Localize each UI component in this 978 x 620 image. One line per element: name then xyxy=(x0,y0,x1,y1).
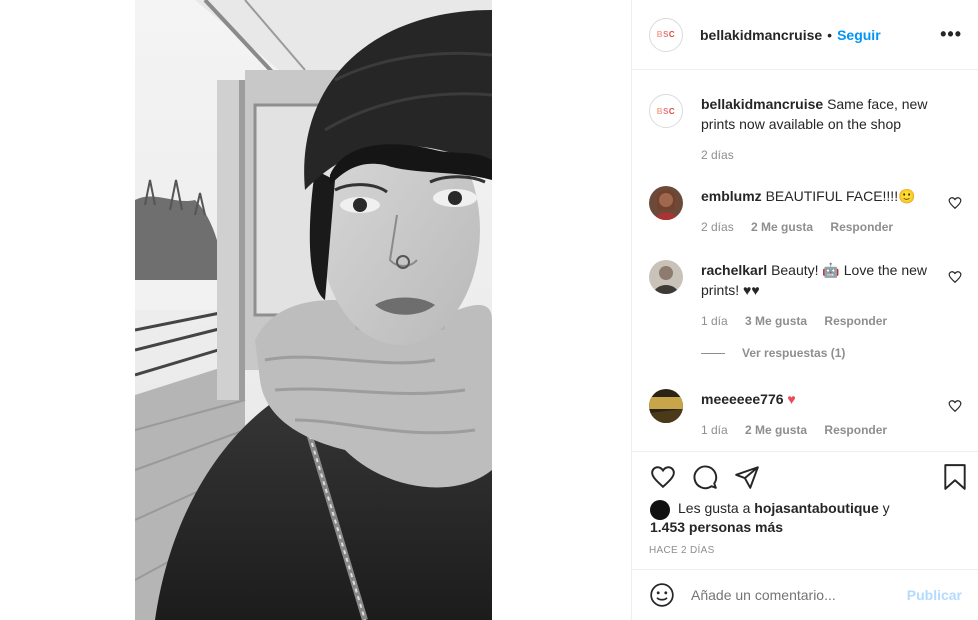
caption-author-avatar[interactable]: BSC xyxy=(649,94,683,128)
commenter-avatar[interactable] xyxy=(649,260,683,294)
avatar-logo-letter-c: C xyxy=(668,30,676,39)
comment-time[interactable]: 2 días xyxy=(701,220,734,234)
reply-button[interactable]: Responder xyxy=(824,314,887,328)
action-icon-row xyxy=(648,462,970,492)
post-details-panel: BSC bellakidmancruise • Seguir ••• BSC b… xyxy=(631,0,978,620)
author-avatar[interactable]: BSC xyxy=(649,17,683,52)
comment-icon[interactable] xyxy=(690,462,720,492)
like-comment-heart-icon[interactable] xyxy=(948,270,962,284)
view-replies-label: Ver respuestas (1) xyxy=(742,346,846,360)
comment-text: ♥ xyxy=(787,391,796,407)
comment-text-block: emblumz BEAUTIFUL FACE!!!!🙂 xyxy=(701,186,938,206)
comment-likes-count[interactable]: 2 Me gusta xyxy=(745,423,807,437)
photo-pane xyxy=(0,0,631,620)
view-replies-button[interactable]: Ver respuestas (1) xyxy=(701,346,845,360)
instagram-post-modal: BSC bellakidmancruise • Seguir ••• BSC b… xyxy=(0,0,978,620)
comment-meta: 2 días 2 Me gusta Responder xyxy=(701,220,907,234)
likes-prefix: Les gusta a xyxy=(678,500,751,516)
comment-time[interactable]: 1 día xyxy=(701,423,728,437)
caption-time[interactable]: 2 días xyxy=(701,148,734,162)
liker-username[interactable]: hojasantaboutique xyxy=(754,500,878,516)
comment-time[interactable]: 1 día xyxy=(701,314,728,328)
likes-summary: Les gusta a hojasantaboutique y 1.453 pe… xyxy=(650,499,962,537)
share-icon[interactable] xyxy=(732,462,762,492)
comment-composer: Publicar xyxy=(632,569,978,620)
heart-icon[interactable] xyxy=(648,462,678,492)
caption-text-block: bellakidmancruise Same face, new prints … xyxy=(701,94,962,134)
likes-text: Les gusta a hojasantaboutique y xyxy=(650,499,962,518)
likes-joiner: y xyxy=(882,500,890,516)
separator-dot: • xyxy=(827,26,833,43)
like-comment-heart-icon[interactable] xyxy=(948,196,962,210)
post-photo[interactable] xyxy=(135,0,492,620)
reply-button[interactable]: Responder xyxy=(830,220,893,234)
avatar-logo-letter-c: C xyxy=(668,106,676,116)
emoji-icon[interactable] xyxy=(648,581,676,609)
reply-button[interactable]: Responder xyxy=(824,423,887,437)
post-timestamp[interactable]: HACE 2 DÍAS xyxy=(649,545,715,556)
comment-text-block: meeeeee776 ♥ xyxy=(701,389,938,409)
comment-input[interactable] xyxy=(691,587,907,603)
commenter-avatar[interactable] xyxy=(649,389,683,423)
liker-avatar[interactable] xyxy=(650,500,670,520)
comment-username[interactable]: meeeeee776 xyxy=(701,391,784,407)
comment-username[interactable]: rachelkarl xyxy=(701,262,767,278)
comment-likes-count[interactable]: 3 Me gusta xyxy=(745,314,807,328)
publish-button[interactable]: Publicar xyxy=(907,587,962,603)
bookmark-icon[interactable] xyxy=(940,462,970,492)
comments-list[interactable]: BSC bellakidmancruise Same face, new pri… xyxy=(632,70,978,451)
caption-username[interactable]: bellakidmancruise xyxy=(701,96,823,112)
comment-text-block: rachelkarl Beauty! 🤖 Love the new prints… xyxy=(701,260,938,300)
comment-likes-count[interactable]: 2 Me gusta xyxy=(751,220,813,234)
comment-meta: 1 día 2 Me gusta Responder xyxy=(701,423,901,437)
post-actions-section: Les gusta a hojasantaboutique y 1.453 pe… xyxy=(632,451,978,569)
author-username[interactable]: bellakidmancruise xyxy=(700,27,822,43)
post-header: BSC bellakidmancruise • Seguir ••• xyxy=(632,0,978,70)
replies-divider-line xyxy=(701,352,725,354)
caption-meta: 2 días xyxy=(701,148,748,162)
follow-button[interactable]: Seguir xyxy=(837,27,881,43)
likes-others-count[interactable]: 1.453 personas más xyxy=(650,519,783,535)
more-options-icon[interactable]: ••• xyxy=(940,24,962,45)
comment-text: BEAUTIFUL FACE!!!!🙂 xyxy=(765,188,916,204)
commenter-avatar[interactable] xyxy=(649,186,683,220)
like-comment-heart-icon[interactable] xyxy=(948,399,962,413)
comment-username[interactable]: emblumz xyxy=(701,188,762,204)
comment-meta: 1 día 3 Me gusta Responder xyxy=(701,314,901,328)
